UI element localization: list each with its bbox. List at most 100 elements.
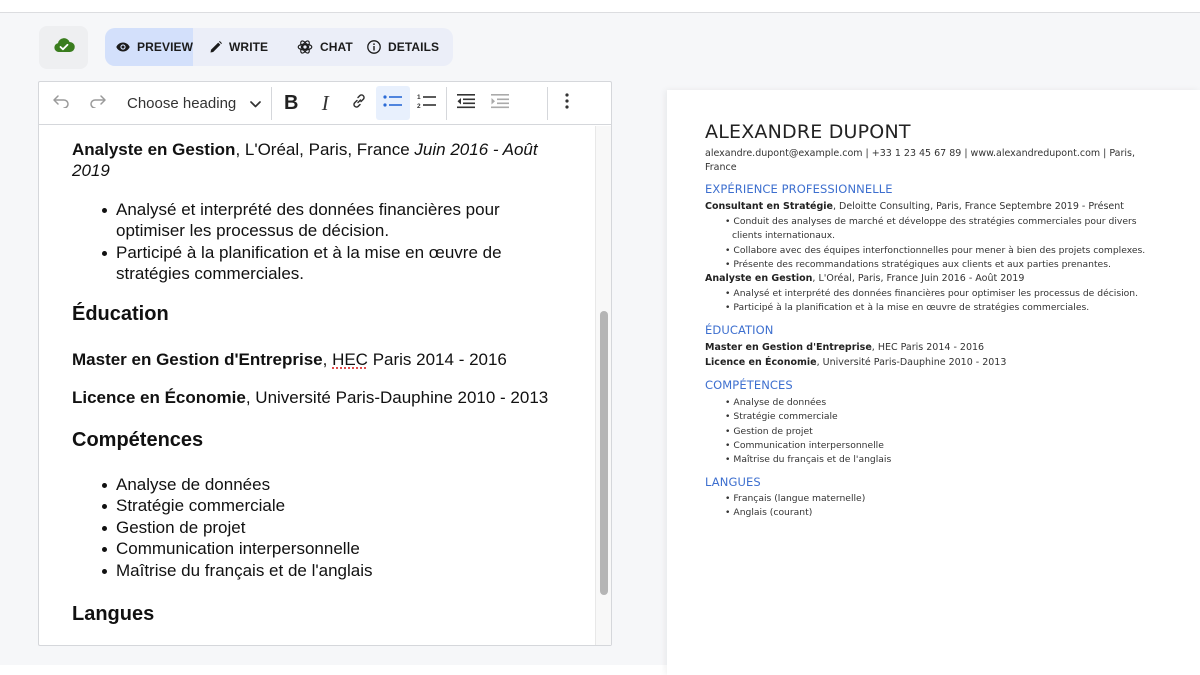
indent-icon: [490, 93, 510, 114]
list-item: Communication interpersonnelle: [102, 538, 536, 559]
redo-icon: [89, 94, 107, 113]
list-item: Participé à la planification et à la mis…: [725, 301, 1165, 315]
education-heading: ÉDUCATION: [705, 323, 774, 337]
list-item: Gestion de projet: [102, 517, 536, 538]
list-item: Participé à la planification et à la mis…: [102, 242, 536, 285]
list-item: Collabore avec des équipes interfonction…: [725, 244, 1165, 258]
scrollbar-thumb[interactable]: [600, 311, 608, 595]
list-item: Conduit des analyses de marché et dévelo…: [725, 215, 1165, 244]
job-details: , L'Oréal, Paris, France Juin 2016 - Aoû…: [812, 273, 1025, 284]
list-item: Maîtrise du français et de l'anglais: [725, 453, 1165, 467]
list-item: Stratégie commerciale: [725, 410, 1165, 424]
education-heading: Éducation: [72, 303, 169, 325]
link-button[interactable]: [342, 86, 376, 120]
list-item: Analysé et interprété des données financ…: [725, 287, 1165, 301]
rich-text-editor: Choose heading B I 12 Analyste en Gestio…: [38, 81, 612, 646]
job-title: Analyste en Gestion: [705, 273, 813, 284]
degree: Licence en Économie: [705, 357, 817, 368]
separator: ,: [245, 388, 256, 407]
openai-icon: [297, 39, 313, 55]
job-entry: Analyste en Gestion, L'Oréal, Paris, Fra…: [72, 139, 552, 181]
experience-heading: EXPÉRIENCE PROFESSIONNELLE: [705, 182, 893, 196]
pencil-icon: [210, 41, 222, 53]
tab-chat-label: CHAT: [320, 40, 353, 54]
heading-dropdown-value: Choose heading: [127, 94, 237, 112]
toolbar-divider: [271, 86, 273, 120]
mode-tabs: PREVIEW WRITE CHAT DETAILS: [105, 28, 453, 66]
toolbar-divider: [547, 86, 549, 120]
languages-list: Français (langue maternelle) Anglais (co…: [725, 492, 1165, 521]
undo-button[interactable]: [47, 86, 75, 120]
list-item: Présente des recommandations stratégique…: [725, 258, 1165, 272]
list-item: Français (langue maternelle): [725, 492, 1165, 506]
bold-button[interactable]: B: [274, 86, 308, 120]
link-icon: [350, 92, 368, 115]
svg-text:1: 1: [417, 94, 421, 101]
degree: Master en Gestion d'Entreprise: [72, 350, 323, 369]
skills-heading: COMPÉTENCES: [705, 378, 793, 392]
list-item: Communication interpersonnelle: [725, 439, 1165, 453]
resume-preview: ALEXANDRE DUPONT alexandre.dupont@exampl…: [667, 90, 1200, 675]
bold-icon: B: [284, 91, 299, 114]
list-item: Maîtrise du français et de l'anglais: [102, 560, 536, 581]
tab-details[interactable]: DETAILS: [367, 28, 453, 66]
undo-icon: [52, 94, 70, 113]
resume-name: ALEXANDRE DUPONT: [705, 121, 911, 143]
degree: Master en Gestion d'Entreprise: [705, 342, 872, 353]
outdent-button[interactable]: [449, 86, 483, 120]
list-item: Stratégie commerciale: [102, 495, 536, 516]
italic-icon: I: [321, 90, 329, 115]
education-entry: Master en Gestion d'Entreprise, HEC Pari…: [705, 342, 984, 353]
tab-details-label: DETAILS: [388, 40, 440, 54]
tab-preview[interactable]: PREVIEW: [105, 28, 193, 66]
job-entry: Analyste en Gestion, L'Oréal, Paris, Fra…: [705, 273, 1024, 284]
redo-button[interactable]: [81, 86, 115, 120]
skills-list: Analyse de données Stratégie commerciale…: [725, 396, 1165, 467]
bulleted-list-button[interactable]: [376, 86, 411, 120]
school-dates: Paris 2014 - 2016: [367, 350, 507, 369]
indent-button[interactable]: [483, 86, 517, 120]
tab-preview-label: PREVIEW: [137, 40, 194, 54]
tab-chat[interactable]: CHAT: [281, 28, 367, 66]
toolbar-divider: [446, 86, 448, 120]
education-entry: Master en Gestion d'Entreprise, HEC Pari…: [72, 349, 552, 370]
job-title: Analyste en Gestion: [72, 140, 236, 159]
editor-content[interactable]: Analyste en Gestion, L'Oréal, Paris, Fra…: [39, 126, 595, 645]
school-details: , Université Paris-Dauphine 2010 - 2013: [816, 357, 1007, 368]
list-item: Gestion de projet: [725, 425, 1165, 439]
heading-dropdown[interactable]: Choose heading: [115, 86, 269, 120]
job-company: , L'Oréal, Paris, France: [235, 140, 415, 159]
editor-scrollbar[interactable]: [595, 126, 611, 645]
education-entry: Licence en Économie, Université Paris-Da…: [72, 387, 552, 408]
languages-heading: Langues: [72, 603, 155, 625]
editor-toolbar: Choose heading B I 12: [39, 82, 611, 125]
more-options-button[interactable]: [550, 86, 584, 120]
chevron-down-icon: [250, 95, 262, 112]
skills-heading: Compétences: [72, 429, 204, 451]
list-item: Anglais (courant): [725, 506, 1165, 520]
job-bullets: Conduit des analyses de marché et dévelo…: [725, 215, 1165, 272]
tab-write[interactable]: WRITE: [193, 28, 281, 66]
list-item: Analyse de données: [725, 396, 1165, 410]
job-details: , Deloitte Consulting, Paris, France Sep…: [832, 201, 1124, 212]
bulleted-list-icon: [383, 94, 403, 113]
list-item: Analyse de données: [102, 474, 536, 495]
job-entry: Consultant en Stratégie, Deloitte Consul…: [705, 201, 1124, 212]
svg-text:2: 2: [417, 103, 421, 109]
resume-contact: alexandre.dupont@example.com | +33 1 23 …: [705, 148, 1136, 173]
tab-write-label: WRITE: [229, 40, 269, 54]
outdent-icon: [456, 93, 476, 114]
school-dates: Université Paris-Dauphine 2010 - 2013: [255, 388, 549, 407]
sync-status-button[interactable]: [39, 26, 88, 69]
skills-list: Analyse de données Stratégie commerciale…: [102, 474, 536, 581]
italic-button[interactable]: I: [308, 86, 342, 120]
school-details: , HEC Paris 2014 - 2016: [871, 342, 985, 353]
list-item: Analysé et interprété des données financ…: [102, 199, 536, 242]
numbered-list-button[interactable]: 12: [410, 86, 444, 120]
job-title: Consultant en Stratégie: [705, 201, 833, 212]
info-icon: [367, 40, 381, 54]
eye-icon: [116, 42, 130, 52]
spellcheck-flagged-word[interactable]: HEC: [332, 350, 368, 369]
numbered-list-icon: 12: [417, 93, 437, 114]
education-entry: Licence en Économie, Université Paris-Da…: [705, 357, 1006, 368]
